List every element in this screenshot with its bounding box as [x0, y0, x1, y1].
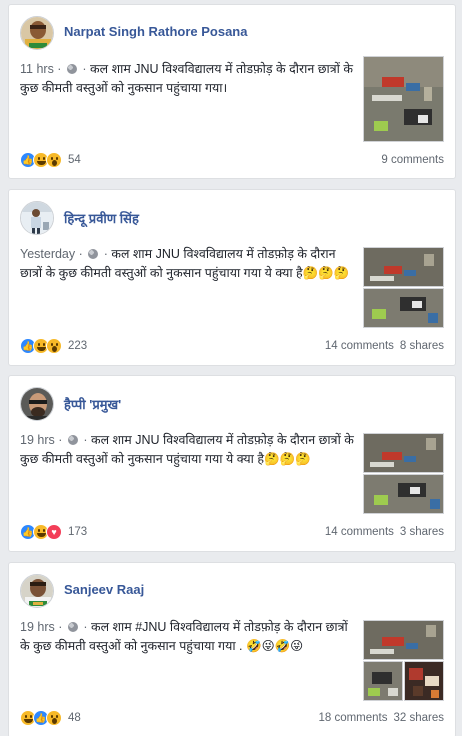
post-text: Yesterday · · कल शाम JNU विश्वविद्यालय म… — [20, 247, 350, 280]
post-footer: 👍 54 9 comments — [20, 151, 444, 169]
reactions-bar[interactable]: 👍 54 — [20, 151, 81, 169]
avatar[interactable] — [20, 16, 54, 50]
photo[interactable] — [363, 433, 444, 473]
photo[interactable] — [363, 474, 444, 514]
love-icon: ♥ — [46, 524, 62, 540]
reactions-bar[interactable]: 👍 223 — [20, 337, 87, 355]
post-time[interactable]: 19 hrs — [20, 620, 55, 634]
shares-count[interactable]: 32 shares — [393, 712, 444, 724]
photo[interactable] — [363, 288, 444, 328]
post-card: हैप्पी 'प्रमुख' 19 hrs · · कल शाम JNU वि… — [8, 375, 456, 552]
comments-count[interactable]: 14 comments — [325, 526, 394, 538]
post-footer: 👍 ♥ 173 14 comments 3 shares — [20, 523, 444, 541]
post-footer: 👍 223 14 comments 8 shares — [20, 337, 444, 355]
author-name[interactable]: हैप्पी 'प्रमुख' — [64, 395, 121, 413]
reaction-count[interactable]: 173 — [68, 526, 87, 538]
author-name[interactable]: Sanjeev Raaj — [64, 582, 144, 597]
post-stats: 18 comments 32 shares — [318, 709, 444, 727]
post-text: 19 hrs · · कल शाम JNU विश्वविद्यालय में … — [20, 433, 354, 466]
post-time[interactable]: Yesterday — [20, 247, 75, 261]
globe-icon — [67, 622, 78, 632]
photo[interactable] — [363, 247, 444, 287]
post-card: Sanjeev Raaj 19 hrs · · कल शाम #JNU विश्… — [8, 562, 456, 736]
post-text: 11 hrs · · कल शाम JNU विश्वविद्यालय में … — [20, 62, 353, 95]
shares-count[interactable]: 3 shares — [400, 526, 444, 538]
comments-count[interactable]: 9 comments — [381, 154, 444, 166]
reaction-count[interactable]: 223 — [68, 340, 87, 352]
photo[interactable] — [363, 56, 444, 142]
post-text: 19 hrs · · कल शाम #JNU विश्वविद्यालय में… — [20, 620, 348, 653]
post-card: Narpat Singh Rathore Posana 11 hrs · · क… — [8, 4, 456, 179]
avatar[interactable] — [20, 201, 54, 235]
reactions-bar[interactable]: 👍 48 — [20, 709, 81, 727]
post-time[interactable]: 11 hrs — [20, 62, 54, 76]
photo[interactable] — [363, 620, 444, 660]
photo[interactable] — [363, 661, 403, 701]
globe-icon — [67, 435, 78, 445]
post-stats: 14 comments 8 shares — [325, 337, 444, 355]
comments-count[interactable]: 18 comments — [318, 712, 387, 724]
reactions-bar[interactable]: 👍 ♥ 173 — [20, 523, 87, 541]
post-time[interactable]: 19 hrs — [20, 433, 55, 447]
wow-icon — [46, 338, 62, 354]
comments-count[interactable]: 14 comments — [325, 340, 394, 352]
globe-icon — [88, 249, 99, 259]
wow-icon — [46, 710, 62, 726]
shares-count[interactable]: 8 shares — [400, 340, 444, 352]
reaction-count[interactable]: 54 — [68, 154, 81, 166]
post-stats: 9 comments — [381, 151, 444, 169]
reaction-count[interactable]: 48 — [68, 712, 81, 724]
post-stats: 14 comments 3 shares — [325, 523, 444, 541]
avatar[interactable] — [20, 387, 54, 421]
post-footer: 👍 48 18 comments 32 shares — [20, 709, 444, 727]
author-name[interactable]: हिन्दू प्रवीण सिंह — [64, 209, 139, 227]
globe-icon — [66, 64, 77, 74]
avatar[interactable] — [20, 574, 54, 608]
wow-icon — [46, 152, 62, 168]
photo[interactable] — [404, 661, 444, 701]
author-name[interactable]: Narpat Singh Rathore Posana — [64, 24, 247, 39]
post-card: हिन्दू प्रवीण सिंह Yesterday · · कल शाम … — [8, 189, 456, 366]
